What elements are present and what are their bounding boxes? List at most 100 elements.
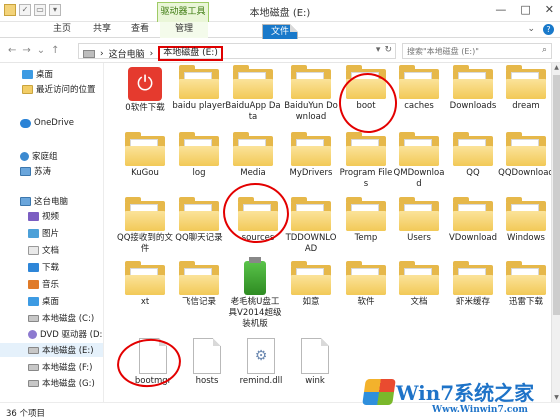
folder-item-xiami-cache[interactable]: 虾米缓存 (445, 261, 501, 308)
folder-item-windows[interactable]: Windows (498, 197, 554, 244)
recent-dropdown-icon[interactable]: ⌄ (37, 45, 45, 56)
folder-icon (506, 197, 546, 231)
search-icon[interactable]: ⌕ (542, 45, 547, 55)
folder-item-dream[interactable]: dream (498, 65, 554, 112)
sidebar-item-videos[interactable]: 视频 (0, 209, 103, 223)
file-icon (193, 338, 221, 374)
folder-item-baiduyun-download[interactable]: BaiduYun Download (283, 65, 339, 123)
sidebar-item-drive-c[interactable]: 本地磁盘 (C:) (0, 311, 103, 325)
folder-item-baiduappdata[interactable]: BaiduApp Data (225, 65, 281, 123)
sidebar-item-drive-g[interactable]: 本地磁盘 (G:) (0, 376, 103, 390)
folder-item-users[interactable]: Users (391, 197, 447, 244)
homegroup-icon (20, 151, 29, 161)
folder-icon (506, 132, 546, 166)
sidebar-item-drive-f[interactable]: 本地磁盘 (F:) (0, 360, 103, 374)
power-app-icon (128, 67, 162, 101)
refresh-icon[interactable]: ↻ (384, 45, 392, 55)
sidebar-item-dvd-d[interactable]: DVD 驱动器 (D:) (0, 327, 103, 341)
sidebar-item-music[interactable]: 音乐 (0, 277, 103, 291)
folder-icon (346, 132, 386, 166)
tab-manage[interactable]: 管理 (160, 22, 208, 38)
folder-item-sources[interactable]: sources (230, 197, 286, 244)
item-label: QQDownload (498, 168, 554, 178)
maximize-button[interactable]: □ (520, 3, 530, 16)
folder-item-log[interactable]: log (171, 132, 227, 179)
sidebar-item-label: 文档 (42, 246, 60, 256)
title-bar: ✓ ▭ ▾ 驱动器工具 本地磁盘 (E:) — □ ✕ (0, 0, 560, 22)
file-item-wink[interactable]: wink (287, 336, 343, 387)
folder-item-documents[interactable]: 文档 (391, 261, 447, 308)
help-icon[interactable]: ? (543, 24, 554, 35)
folder-item-caches[interactable]: caches (391, 65, 447, 112)
navigation-pane: 桌面 最近访问的位置 OneDrive 家庭组 苏涛 这台电脑 视频 图片 文档… (0, 63, 104, 402)
item-label: sources (241, 233, 275, 243)
sidebar-item-this-pc[interactable]: 这台电脑 (0, 194, 103, 208)
item-label: QQ接收到的文件 (117, 233, 173, 254)
file-item-remind-dll[interactable]: remind.dll (233, 336, 289, 387)
sidebar-item-user[interactable]: 苏涛 (0, 164, 103, 178)
folder-icon (346, 197, 386, 231)
search-box[interactable]: ⌕ (402, 43, 552, 59)
folder-item-boot[interactable]: boot (338, 65, 394, 112)
expand-ribbon-icon[interactable]: ⌄ (527, 24, 535, 35)
downloads-folder-icon (28, 262, 39, 272)
sidebar-item-label: 本地磁盘 (C:) (42, 314, 95, 324)
folder-icon (453, 197, 493, 231)
breadcrumb-current-drive[interactable]: 本地磁盘 (E:) (158, 46, 223, 61)
folder-item-qq-chat-records[interactable]: QQ聊天记录 (171, 197, 227, 244)
folder-item-ruyi[interactable]: 如意 (283, 261, 339, 308)
folder-item-vdownload[interactable]: VDownload (445, 197, 501, 244)
file-item-hosts[interactable]: hosts (179, 336, 235, 387)
back-arrow-icon[interactable]: ← (8, 45, 16, 56)
minimize-button[interactable]: — (495, 3, 506, 16)
sidebar-item-pictures[interactable]: 图片 (0, 226, 103, 240)
folder-item-baidu-player[interactable]: baidu player (171, 65, 227, 112)
folder-item-fetion-records[interactable]: 飞信记录 (171, 261, 227, 308)
sidebar-item-recent-places[interactable]: 最近访问的位置 (0, 82, 103, 96)
breadcrumb-this-pc[interactable]: 这台电脑 (109, 47, 145, 60)
folder-item-software[interactable]: 软件 (338, 261, 394, 308)
forward-arrow-icon[interactable]: → (22, 45, 30, 56)
folder-item-qq[interactable]: QQ (445, 132, 501, 179)
scroll-up-icon[interactable]: ▲ (552, 64, 560, 71)
tab-share[interactable]: 共享 (84, 22, 120, 38)
search-input[interactable] (403, 44, 533, 58)
vertical-scrollbar[interactable]: ▲ ▼ (551, 63, 560, 402)
sidebar-item-documents[interactable]: 文档 (0, 243, 103, 257)
folder-item-mydrivers[interactable]: MyDrivers (283, 132, 339, 179)
tab-view[interactable]: 查看 (122, 22, 158, 38)
item-label: boot (356, 101, 376, 111)
onedrive-cloud-icon (20, 118, 31, 128)
up-arrow-icon[interactable]: ↑ (51, 45, 59, 56)
folder-icon (238, 197, 278, 231)
file-item-bootmgr[interactable]: bootmgr (125, 336, 181, 387)
sidebar-item-desktop-pc[interactable]: 桌面 (0, 294, 103, 308)
folder-item-media[interactable]: Media (225, 132, 281, 179)
folder-item-tddownload[interactable]: TDDOWNLOAD (283, 197, 339, 255)
sidebar-item-downloads[interactable]: 下载 (0, 260, 103, 274)
file-item-laomaotao-usb-tool[interactable]: 老毛桃U盘工具V2014超级装机版 (227, 257, 283, 330)
folder-item-temp[interactable]: Temp (338, 197, 394, 244)
folder-item-qmdownload[interactable]: QMDownload (391, 132, 447, 190)
address-toolbar: ← → ⌄ ↑ › 这台电脑 › 本地磁盘 (E:) ▾ ↻ ⌕ (0, 39, 560, 63)
tab-home[interactable]: 主页 (44, 22, 80, 38)
sidebar-item-desktop[interactable]: 桌面 (0, 67, 103, 81)
sidebar-item-homegroup[interactable]: 家庭组 (0, 149, 103, 163)
folder-item-kugou[interactable]: KuGou (117, 132, 173, 179)
scroll-thumb[interactable] (553, 75, 560, 315)
folder-item-qqdownload[interactable]: QQDownload (498, 132, 554, 179)
folder-item-thunder-download[interactable]: 迅雷下载 (498, 261, 554, 308)
ribbon-tabs: 文件 主页 共享 查看 管理 ⌄ ? (0, 22, 560, 60)
watermark-title: Win7系统之家 (396, 381, 535, 405)
folder-item-downloads[interactable]: Downloads (445, 65, 501, 112)
folder-item-xt[interactable]: xt (117, 261, 173, 308)
sidebar-item-onedrive[interactable]: OneDrive (0, 116, 103, 130)
folder-icon (506, 261, 546, 295)
close-button[interactable]: ✕ (545, 3, 554, 16)
folder-item-program-files[interactable]: Program Files (338, 132, 394, 190)
folder-item-qq-received-files[interactable]: QQ接收到的文件 (117, 197, 173, 255)
file-item-0-software-download[interactable]: 0软件下载 (117, 65, 173, 114)
address-dropdown-icon[interactable]: ▾ (376, 45, 381, 55)
address-bar[interactable]: › 这台电脑 › 本地磁盘 (E:) ▾ ↻ (78, 43, 396, 61)
sidebar-item-drive-e[interactable]: 本地磁盘 (E:) (0, 343, 103, 357)
